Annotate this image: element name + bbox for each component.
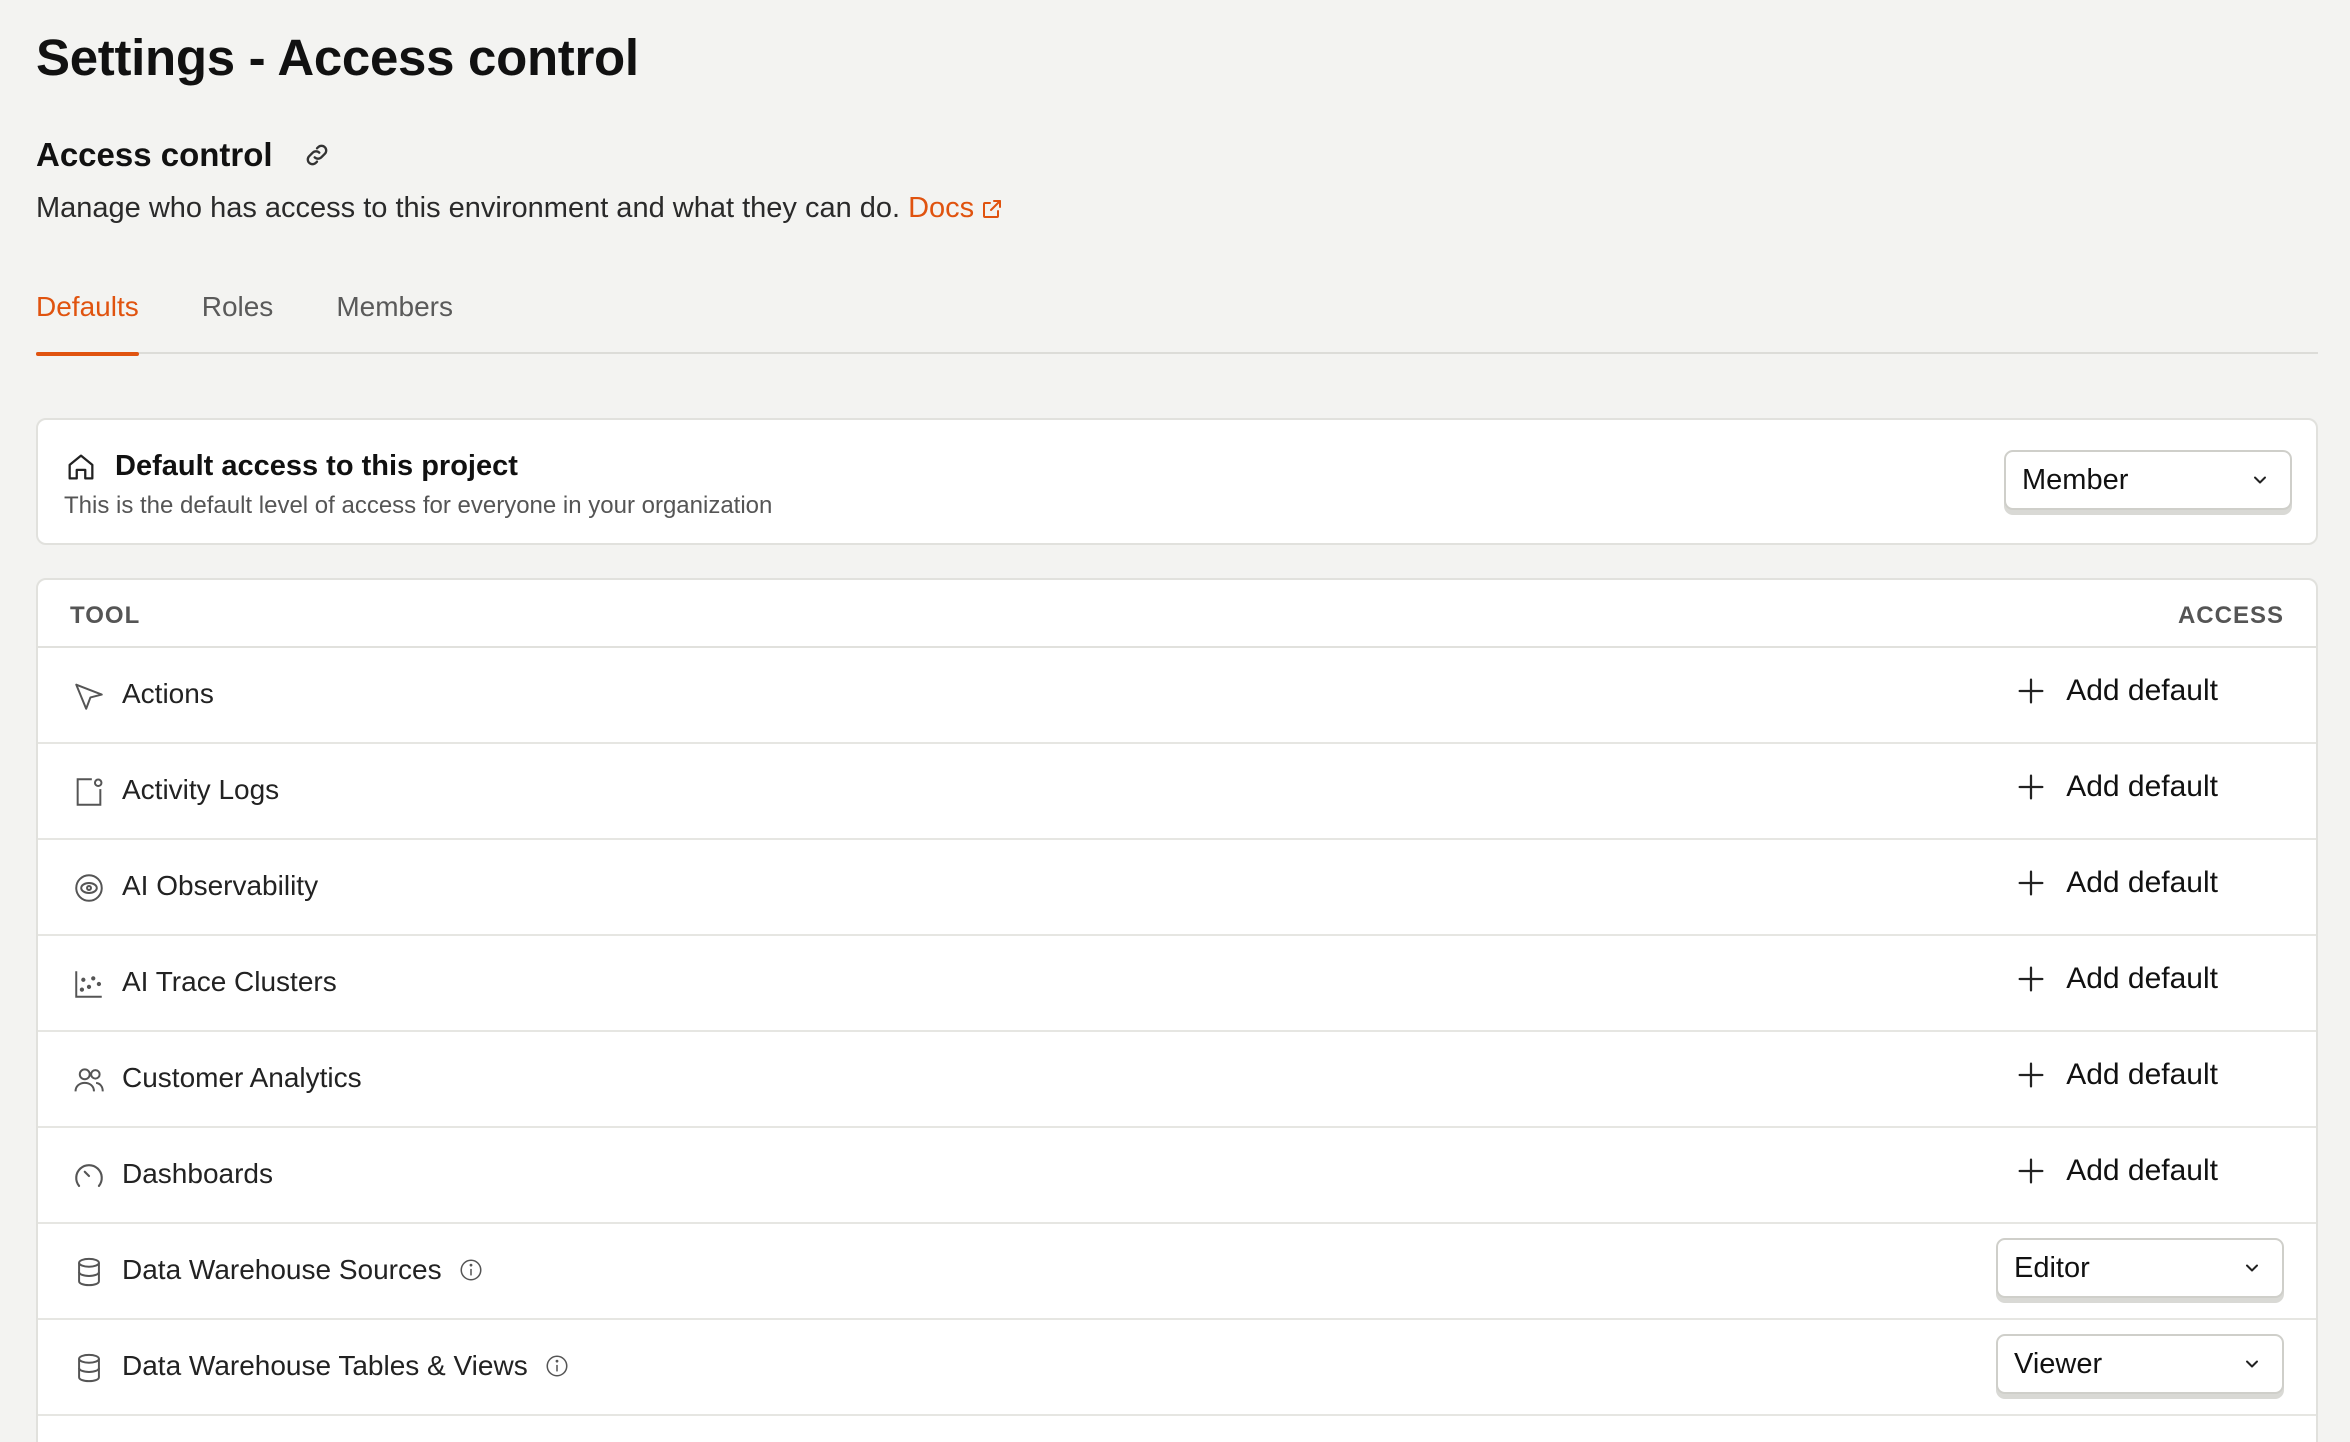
default-access-select[interactable]: Member: [2004, 450, 2292, 510]
plus-icon: [2018, 870, 2044, 896]
description-text: Manage who has access to this environmen…: [36, 192, 901, 224]
default-access-subtitle: This is the default level of access for …: [64, 492, 773, 519]
column-header-access: ACCESS: [2177, 602, 2284, 629]
home-icon: [64, 450, 98, 484]
plus-icon: [2018, 774, 2044, 800]
tool-name: Activity Logs: [122, 774, 280, 805]
info-icon[interactable]: [458, 1257, 484, 1283]
tool-name: Customer Analytics: [122, 1062, 362, 1093]
tool-name: Data Warehouse Tables & Views: [122, 1350, 570, 1382]
eye-radar-icon: [72, 871, 106, 905]
plus-icon: [2018, 1158, 2044, 1184]
docs-label[interactable]: Docs: [908, 192, 974, 225]
tool-access-table: TOOL ACCESS Actions Add default Activity…: [36, 578, 2318, 1442]
table-row: Activity Logs Add default: [38, 744, 2316, 840]
external-link-icon: [983, 199, 1002, 218]
scatter-plot-icon: [72, 967, 106, 1001]
add-default-button[interactable]: Add default: [2014, 770, 2218, 804]
tool-name: Dashboards: [122, 1158, 273, 1189]
tool-name-text: Data Warehouse Tables & Views: [122, 1350, 528, 1381]
tool-name: AI Observability: [122, 870, 319, 901]
add-default-label: Add default: [2066, 866, 2218, 899]
column-header-tool: TOOL: [70, 602, 141, 629]
add-default-button[interactable]: Add default: [2014, 1154, 2218, 1188]
users-icon: [72, 1063, 106, 1097]
add-default-button[interactable]: Add default: [2014, 1058, 2218, 1092]
link-icon[interactable]: [303, 141, 331, 169]
add-default-label: Add default: [2066, 770, 2218, 803]
add-default-button[interactable]: Add default: [2014, 962, 2218, 996]
plus-icon: [2018, 966, 2044, 992]
chevron-down-icon: [2246, 1264, 2258, 1272]
access-level-value: Viewer: [2014, 1347, 2103, 1380]
section-description: Manage who has access to this environmen…: [36, 192, 1004, 225]
gauge-icon: [72, 1159, 106, 1193]
activity-log-icon: [72, 775, 106, 809]
chevron-down-icon: [2254, 476, 2266, 484]
table-header: TOOL ACCESS: [38, 580, 2316, 648]
table-row: AI Trace Clusters Add default: [38, 936, 2316, 1032]
add-default-button[interactable]: Add default: [2014, 674, 2218, 708]
tab-members[interactable]: Members: [336, 282, 453, 354]
default-access-card: Default access to this project This is t…: [36, 418, 2318, 545]
section-header: Access control: [36, 136, 331, 174]
tool-name: Actions: [122, 678, 214, 709]
access-level-value: Editor: [2014, 1251, 2090, 1284]
table-row: Data Warehouse Tables & Views Viewer: [38, 1320, 2316, 1416]
section-title: Access control: [36, 136, 273, 173]
tool-name: Data Warehouse Sources: [122, 1254, 484, 1286]
plus-icon: [2018, 678, 2044, 704]
default-access-value: Member: [2022, 463, 2129, 496]
tab-roles[interactable]: Roles: [202, 282, 274, 354]
table-row: AI Observability Add default: [38, 840, 2316, 936]
add-default-label: Add default: [2066, 1058, 2218, 1091]
add-default-label: Add default: [2066, 1154, 2218, 1187]
add-default-label: Add default: [2066, 674, 2218, 707]
default-access-title: Default access to this project: [115, 450, 518, 482]
tab-bar: Defaults Roles Members: [36, 282, 2318, 356]
table-row: Actions Add default: [38, 648, 2316, 744]
plus-icon: [2018, 1062, 2044, 1088]
access-level-select[interactable]: Editor: [1996, 1238, 2284, 1298]
tool-name: AI Trace Clusters: [122, 966, 337, 997]
info-icon[interactable]: [544, 1353, 570, 1379]
tab-defaults[interactable]: Defaults: [36, 282, 139, 356]
settings-page: Settings - Access control Access control…: [0, 0, 2350, 1442]
add-default-label: Add default: [2066, 962, 2218, 995]
database-icon: [72, 1351, 106, 1385]
table-row: Customer Analytics Add default: [38, 1032, 2316, 1128]
tool-name-text: Data Warehouse Sources: [122, 1254, 442, 1285]
add-default-button[interactable]: Add default: [2014, 866, 2218, 900]
access-level-select[interactable]: Viewer: [1996, 1334, 2284, 1394]
table-row: Data Warehouse Sources Editor: [38, 1224, 2316, 1320]
chevron-down-icon: [2246, 1360, 2258, 1368]
docs-link[interactable]: Docs: [908, 192, 1004, 225]
database-icon: [72, 1255, 106, 1289]
cursor-arrow-icon: [72, 679, 106, 713]
page-title: Settings - Access control: [36, 29, 639, 86]
table-row: Dashboards Add default: [38, 1128, 2316, 1224]
